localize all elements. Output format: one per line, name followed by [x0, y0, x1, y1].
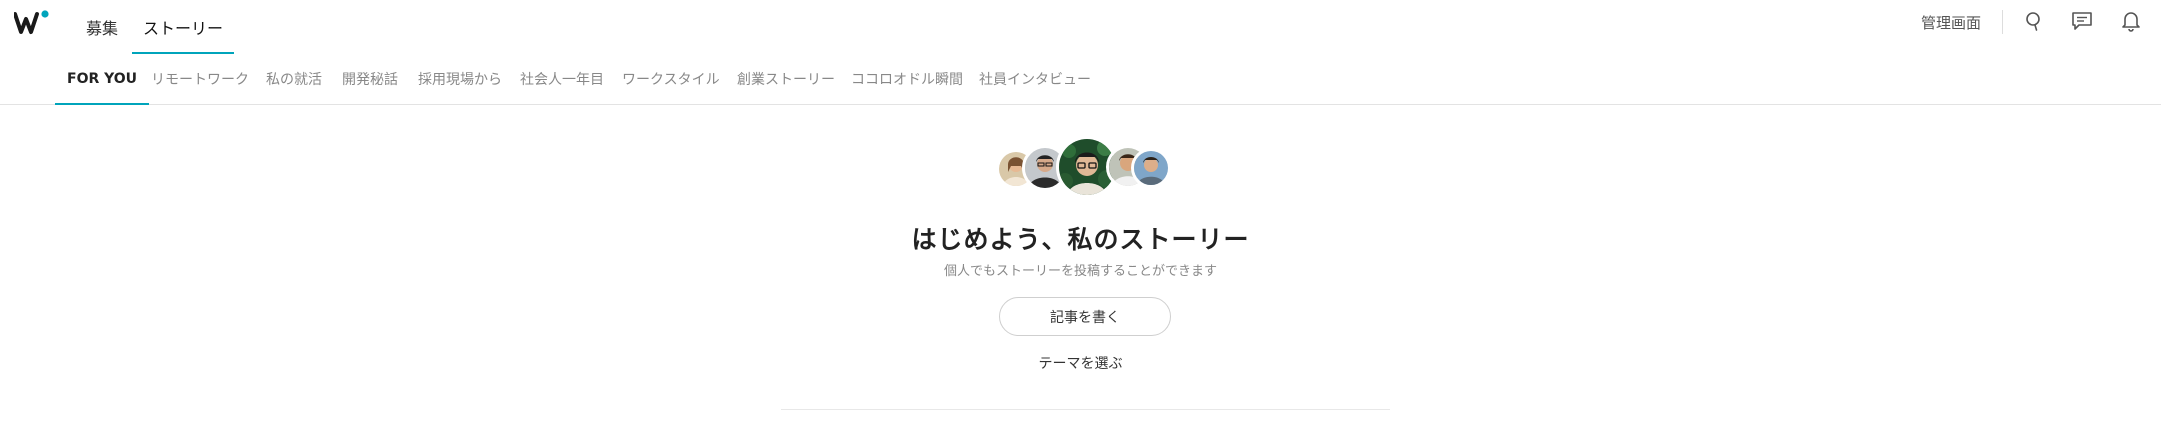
- subtab-label: 創業ストーリー: [737, 72, 835, 88]
- wantedly-logo-icon[interactable]: [14, 10, 52, 36]
- bell-icon[interactable]: [2118, 8, 2144, 34]
- subtab-label: FOR YOU: [67, 71, 138, 87]
- choose-theme-link[interactable]: テーマを選ぶ: [0, 353, 2161, 373]
- message-icon[interactable]: [2069, 8, 2095, 34]
- subtab-for-you[interactable]: FOR YOU: [54, 54, 150, 105]
- top-navigation-bar: 募集 ストーリー 管理画面: [0, 0, 2161, 54]
- subtab-employee-interview[interactable]: 社員インタビュー: [979, 54, 1091, 104]
- admin-link[interactable]: 管理画面: [1921, 12, 1981, 33]
- write-article-button[interactable]: 記事を書く: [999, 297, 1171, 336]
- subtab-label: ワークスタイル: [622, 72, 720, 88]
- subtab-work-style[interactable]: ワークスタイル: [622, 54, 720, 104]
- tab-stories[interactable]: ストーリー: [132, 0, 234, 54]
- subtab-label: 採用現場から: [418, 72, 502, 88]
- subtab-first-year[interactable]: 社会人一年目: [520, 54, 604, 104]
- story-category-nav: FOR YOU リモートワーク 私の就活 開発秘話 採用現場から 社会人一年目 …: [0, 54, 2161, 105]
- hero-subtitle: 個人でもストーリーを投稿することができます: [943, 264, 1217, 279]
- tab-jobs-label: 募集: [85, 19, 118, 38]
- subtab-label: 開発秘話: [342, 72, 398, 88]
- subtab-label: ココロオドル瞬間: [851, 72, 963, 88]
- header-divider: [2002, 10, 2003, 34]
- section-divider: [781, 409, 1390, 410]
- subtab-label: リモートワーク: [151, 72, 249, 88]
- subtab-label: 社会人一年目: [520, 72, 604, 88]
- subtab-job-hunting[interactable]: 私の就活: [266, 54, 322, 104]
- avatar: [1131, 148, 1171, 188]
- subtab-label: 社員インタビュー: [979, 72, 1091, 88]
- subtab-founding-story[interactable]: 創業ストーリー: [737, 54, 835, 104]
- hero-title: はじめよう、私のストーリー: [911, 225, 1250, 254]
- story-intro-section: はじめよう、私のストーリー 個人でもストーリーを投稿することができます 記事を書…: [0, 105, 2161, 437]
- subtab-exciting-moments[interactable]: ココロオドル瞬間: [851, 54, 963, 104]
- subtab-development-story[interactable]: 開発秘話: [342, 54, 398, 104]
- tab-stories-label: ストーリー: [142, 19, 223, 38]
- search-icon[interactable]: [2021, 8, 2047, 34]
- subtab-remote-work[interactable]: リモートワーク: [151, 54, 249, 104]
- tab-jobs[interactable]: 募集: [82, 0, 122, 54]
- avatar-group: [996, 136, 1176, 198]
- subtab-recruiting[interactable]: 採用現場から: [418, 54, 502, 104]
- subtab-label: 私の就活: [266, 72, 322, 88]
